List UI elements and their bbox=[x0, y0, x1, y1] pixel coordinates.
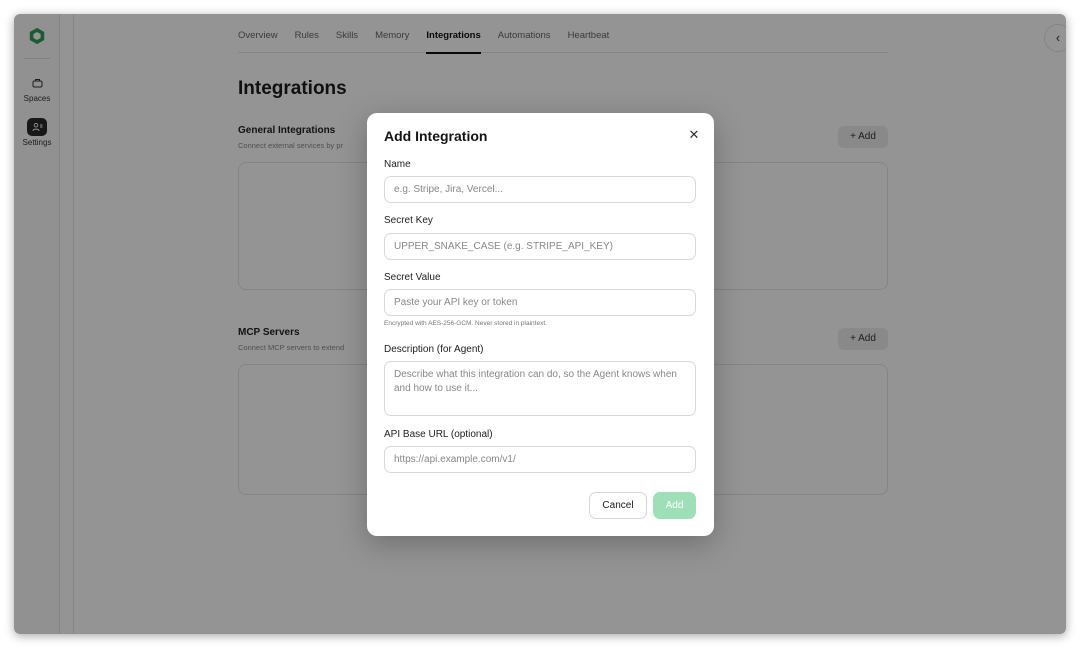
api-base-url-input[interactable] bbox=[384, 446, 696, 473]
cancel-button[interactable]: Cancel bbox=[589, 492, 647, 519]
secret-value-label: Secret Value bbox=[384, 272, 441, 283]
api-base-url-label: API Base URL (optional) bbox=[384, 429, 493, 440]
close-icon[interactable]: ✕ bbox=[687, 128, 701, 142]
description-label: Description (for Agent) bbox=[384, 344, 484, 355]
name-input[interactable] bbox=[384, 176, 696, 203]
encryption-hint: Encrypted with AES-256-GCM. Never stored… bbox=[384, 320, 547, 327]
secret-key-input[interactable] bbox=[384, 233, 696, 260]
secret-value-input[interactable] bbox=[384, 289, 696, 316]
app-window: Spaces Settings ‹ Overview Rules Skills … bbox=[14, 14, 1066, 634]
description-textarea[interactable] bbox=[384, 361, 696, 416]
add-button[interactable]: Add bbox=[653, 492, 696, 519]
dialog-title: Add Integration bbox=[384, 128, 488, 144]
secret-key-label: Secret Key bbox=[384, 215, 433, 226]
add-integration-dialog: Add Integration ✕ Name Secret Key Secret… bbox=[367, 113, 714, 536]
name-label: Name bbox=[384, 159, 411, 170]
